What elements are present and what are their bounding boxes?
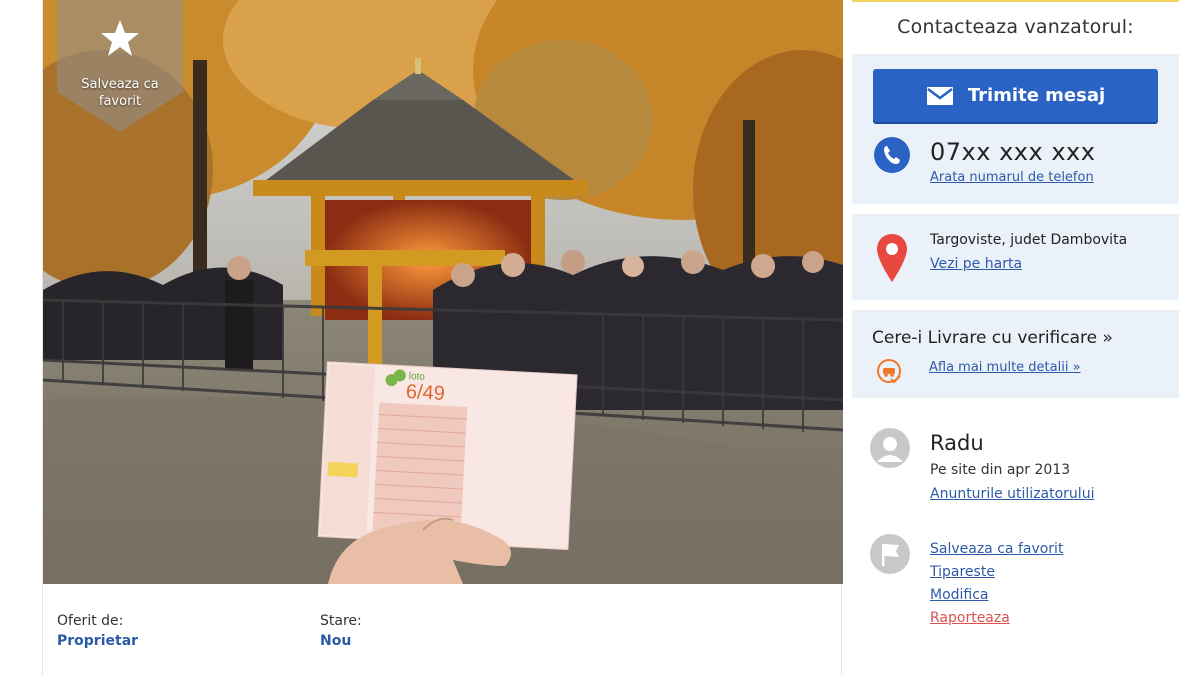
seller-member-since: Pe site din apr 2013 (930, 462, 1071, 478)
offered-by-value: Proprietar (57, 633, 139, 649)
show-phone-link[interactable]: Arata numarul de telefon (930, 170, 1094, 185)
condition-label: Stare: (320, 613, 362, 629)
envelope-icon (926, 86, 953, 105)
star-icon (101, 20, 139, 56)
listing-photo[interactable]: loto 6/49 Salveaza ca favorit (43, 0, 843, 584)
map-pin-icon (877, 234, 907, 282)
location-card: Targoviste, judet Dambovita Vezi pe hart… (852, 214, 1179, 300)
avatar-icon (870, 428, 910, 468)
listing-details: Oferit de: Proprietar Stare: Nou (57, 612, 583, 652)
top-accent-bar (852, 0, 1179, 2)
delivery-title-link[interactable]: Cere-i Livrare cu verificare » (872, 328, 1113, 348)
ticket-game-text: 6/49 (405, 381, 445, 405)
seller-sidebar: Contacteaza vanzatorul: Trimite mesaj 07… (852, 0, 1179, 675)
save-favorite-link[interactable]: Salveaza ca favorit (930, 538, 1063, 561)
offered-by-label: Oferit de: (57, 613, 124, 629)
contact-seller-title: Contacteaza vanzatorul: (897, 16, 1134, 38)
contact-card: Trimite mesaj 07xx xxx xxx Arata numarul… (852, 54, 1179, 204)
condition-value: Nou (320, 633, 352, 649)
print-link[interactable]: Tipareste (930, 561, 1063, 584)
seller-name: Radu (930, 431, 984, 455)
delivery-car-icon (877, 359, 901, 384)
listing-actions: Salveaza ca favorit Tipareste Modifica R… (930, 538, 1063, 630)
edit-link[interactable]: Modifica (930, 584, 1063, 607)
phone-icon (874, 137, 910, 173)
send-message-button[interactable]: Trimite mesaj (873, 69, 1158, 122)
send-message-label: Trimite mesaj (967, 85, 1106, 106)
report-link[interactable]: Raporteaza (930, 607, 1063, 630)
listing-content: loto 6/49 Salveaza ca favorit Oferit de:… (42, 0, 843, 675)
offered-by: Oferit de: Proprietar (57, 612, 320, 652)
phone-number: 07xx xxx xxx (930, 138, 1096, 166)
flag-icon (870, 534, 910, 574)
location-text: Targoviste, judet Dambovita (930, 232, 1128, 248)
seller-ads-link[interactable]: Anunturile utilizatorului (930, 486, 1094, 502)
view-map-link[interactable]: Vezi pe harta (930, 256, 1022, 272)
condition: Stare: Nou (320, 612, 583, 652)
delivery-details-link[interactable]: Afla mai multe detalii » (929, 360, 1081, 375)
save-favorite-badge[interactable]: Salveaza ca favorit (57, 0, 183, 132)
delivery-card: Cere-i Livrare cu verificare » Afla mai … (852, 310, 1179, 398)
favorite-label: Salveaza ca favorit (81, 77, 159, 109)
